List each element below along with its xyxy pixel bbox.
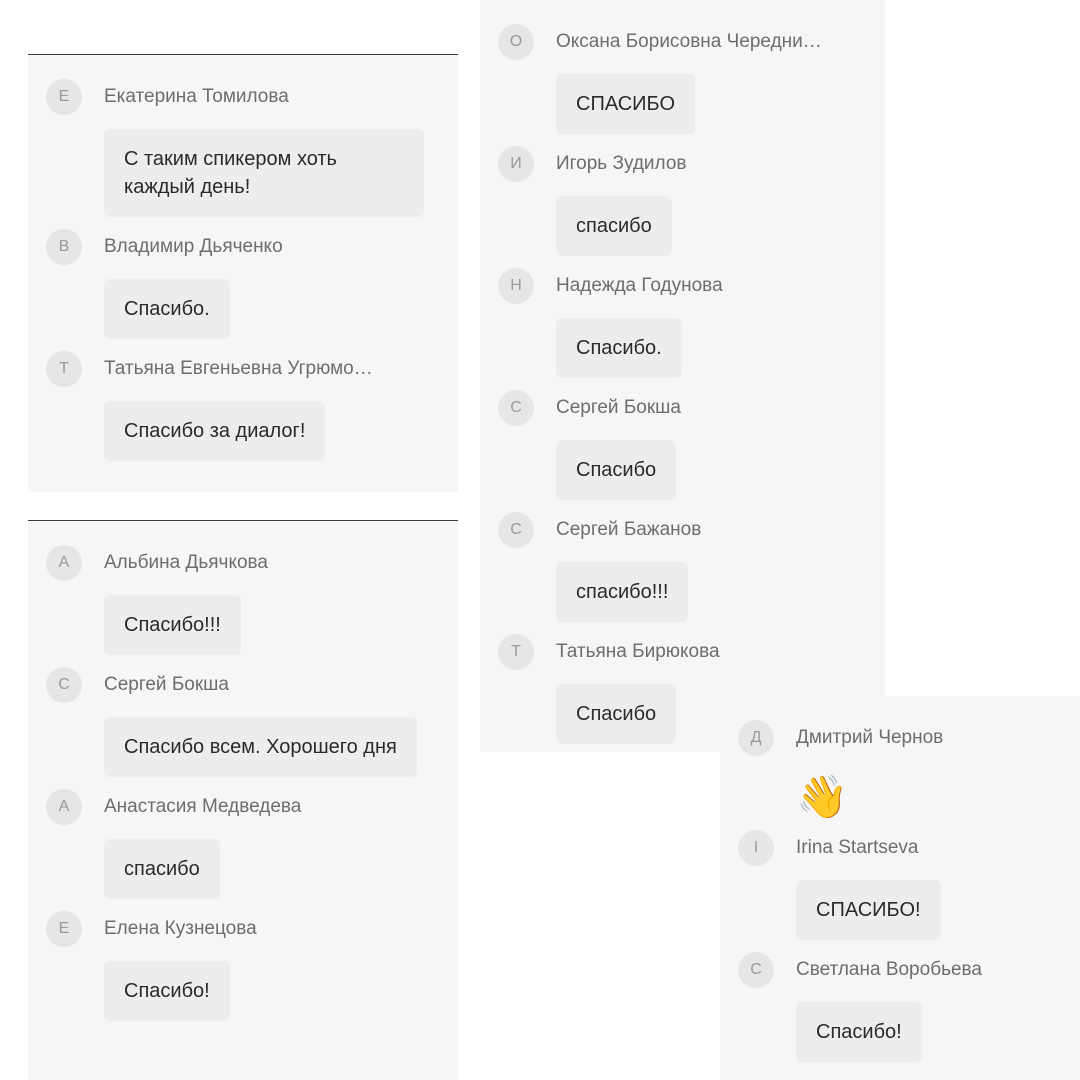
chat-message: И Игорь Зудилов спасибо (498, 146, 867, 256)
message-body: Сергей Бокша Спасибо всем. Хорошего дня (104, 667, 440, 777)
avatar: С (738, 952, 774, 988)
chat-panel-4: Д Дмитрий Чернов 👋 I Irina Startseva СПАСИБО!… (720, 696, 1080, 1080)
avatar: Т (46, 351, 82, 387)
message-bubble: Спасибо. (104, 279, 230, 339)
avatar: Е (46, 911, 82, 947)
message-body: Сергей Бокша Спасибо (556, 390, 867, 500)
message-body: Владимир Дьяченко Спасибо. (104, 229, 440, 339)
message-bubble: Спасибо. (556, 318, 682, 378)
message-bubble: спасибо (104, 839, 220, 899)
chat-message: В Владимир Дьяченко Спасибо. (46, 229, 440, 339)
message-bubble: СПАСИБО! (796, 880, 941, 940)
avatar: Н (498, 268, 534, 304)
message-body: Светлана Воробьева Спасибо! (796, 952, 1062, 1062)
chat-message: С Сергей Бажанов спасибо!!! (498, 512, 867, 622)
author-name: Оксана Борисовна Чередни… (556, 24, 867, 60)
chat-message: Е Елена Кузнецова Спасибо! (46, 911, 440, 1021)
author-name: Надежда Годунова (556, 268, 867, 304)
avatar: С (498, 390, 534, 426)
author-name: Светлана Воробьева (796, 952, 1062, 988)
chat-message: А Анастасия Медведева спасибо (46, 789, 440, 899)
avatar: Е (46, 79, 82, 115)
chat-message: О Оксана Борисовна Чередни… СПАСИБО (498, 24, 867, 134)
chat-panel-3: О Оксана Борисовна Чередни… СПАСИБО И Игорь … (480, 0, 885, 752)
message-body: Дмитрий Чернов 👋 (796, 720, 1062, 818)
avatar: Д (738, 720, 774, 756)
author-name: Елена Кузнецова (104, 911, 440, 947)
avatar: А (46, 545, 82, 581)
chat-message: I Irina Startseva СПАСИБО! (738, 830, 1062, 940)
message-bubble: Спасибо (556, 684, 676, 744)
message-body: Irina Startseva СПАСИБО! (796, 830, 1062, 940)
chat-message: С Сергей Бокша Спасибо (498, 390, 867, 500)
message-bubble: Спасибо за диалог! (104, 401, 325, 461)
chat-message: Т Татьяна Евгеньевна Угрюмо… Спасибо за ди… (46, 351, 440, 461)
message-body: Сергей Бажанов спасибо!!! (556, 512, 867, 622)
chat-message: Н Надежда Годунова Спасибо. (498, 268, 867, 378)
author-name: Irina Startseva (796, 830, 1062, 866)
author-name: Анастасия Медведева (104, 789, 440, 825)
author-name: Татьяна Евгеньевна Угрюмо… (104, 351, 440, 387)
chat-panel-1: Е Екатерина Томилова С таким спикером хоть… (28, 54, 458, 492)
message-bubble: 👋 (796, 770, 848, 818)
author-name: Екатерина Томилова (104, 79, 440, 115)
author-name: Сергей Бажанов (556, 512, 867, 548)
message-body: Анастасия Медведева спасибо (104, 789, 440, 899)
avatar: I (738, 830, 774, 866)
message-bubble: Спасибо всем. Хорошего дня (104, 717, 417, 777)
message-body: Надежда Годунова Спасибо. (556, 268, 867, 378)
avatar: О (498, 24, 534, 60)
author-name: Дмитрий Чернов (796, 720, 1062, 756)
chat-message: Е Екатерина Томилова С таким спикером хоть… (46, 79, 440, 217)
message-body: Екатерина Томилова С таким спикером хоть … (104, 79, 440, 217)
message-bubble: Спасибо! (104, 961, 230, 1021)
chat-message: А Альбина Дьячкова Спасибо!!! (46, 545, 440, 655)
message-bubble: спасибо!!! (556, 562, 688, 622)
avatar: Т (498, 634, 534, 670)
avatar: А (46, 789, 82, 825)
chat-panel-2: А Альбина Дьячкова Спасибо!!! С Сергей Бокша… (28, 520, 458, 1080)
author-name: Татьяна Бирюкова (556, 634, 867, 670)
chat-message: С Сергей Бокша Спасибо всем. Хорошего дня (46, 667, 440, 777)
message-body: Татьяна Евгеньевна Угрюмо… Спасибо за диа… (104, 351, 440, 461)
message-bubble: С таким спикером хоть каждый день! (104, 129, 424, 217)
message-body: Игорь Зудилов спасибо (556, 146, 867, 256)
author-name: Альбина Дьячкова (104, 545, 440, 581)
avatar: С (46, 667, 82, 703)
message-bubble: Спасибо! (796, 1002, 922, 1062)
avatar: В (46, 229, 82, 265)
chat-message: С Светлана Воробьева Спасибо! (738, 952, 1062, 1062)
message-bubble: Спасибо (556, 440, 676, 500)
author-name: Сергей Бокша (104, 667, 440, 703)
avatar: С (498, 512, 534, 548)
message-bubble: Спасибо!!! (104, 595, 241, 655)
message-bubble: спасибо (556, 196, 672, 256)
message-body: Альбина Дьячкова Спасибо!!! (104, 545, 440, 655)
author-name: Игорь Зудилов (556, 146, 867, 182)
avatar: И (498, 146, 534, 182)
message-body: Оксана Борисовна Чередни… СПАСИБО (556, 24, 867, 134)
author-name: Сергей Бокша (556, 390, 867, 426)
chat-message: Д Дмитрий Чернов 👋 (738, 720, 1062, 818)
message-bubble: СПАСИБО (556, 74, 695, 134)
author-name: Владимир Дьяченко (104, 229, 440, 265)
message-body: Елена Кузнецова Спасибо! (104, 911, 440, 1021)
